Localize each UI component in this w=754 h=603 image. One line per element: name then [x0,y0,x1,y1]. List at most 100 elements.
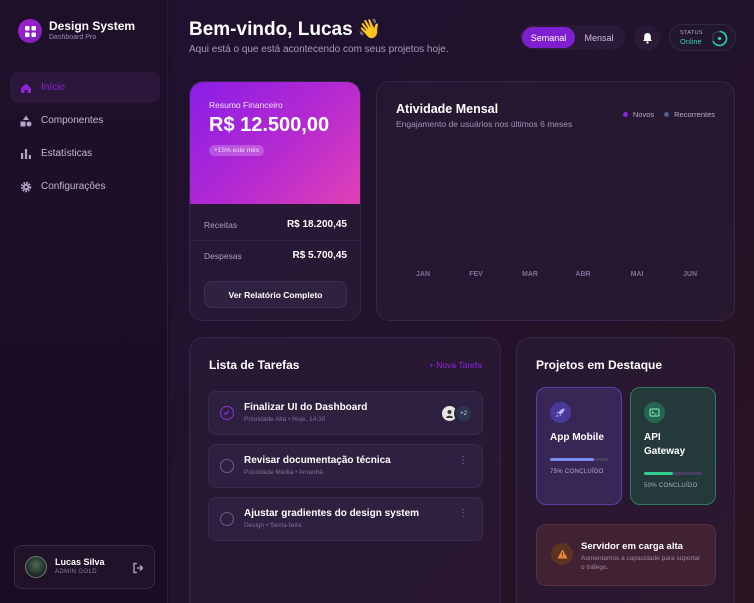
gear-icon [20,181,32,193]
project-card-app-mobile[interactable]: App Mobile 75% CONCLUÍDO [536,387,622,505]
more-options-icon[interactable]: ⋮ [458,456,468,466]
page-title: Bem-vindo, Lucas 👋 [189,19,382,40]
bar-chart-icon [20,148,32,160]
tasks-title: Lista de Tarefas [209,358,300,372]
task-title: Ajustar gradientes do design system [244,508,420,519]
task-item[interactable]: Ajustar gradientes do design system Desi… [208,497,483,541]
progress-text: 50% CONCLUÍDO [644,483,698,489]
brand[interactable]: Design System Dashboard Pro [18,19,135,43]
avatar [25,556,47,578]
bell-icon [642,33,652,44]
full-report-button[interactable]: Ver Relatório Completo [204,281,347,308]
sidebar: Design System Dashboard Pro Início Compo… [0,0,168,603]
income-row: Receitas R$ 18.200,45 [204,219,347,230]
legend-item-novos: Novos [622,110,655,119]
income-value: R$ 18.200,45 [286,219,347,230]
toggle-monthly-button[interactable]: Mensal [575,27,623,48]
rocket-icon [550,402,571,423]
progress-text: 75% CONCLUÍDO [550,469,604,475]
legend-item-recorrentes: Recorrentes [664,110,715,119]
shapes-icon [20,115,32,127]
task-assignees: +2 [440,404,473,423]
sidebar-item-componentes[interactable]: Componentes [10,105,160,136]
terminal-icon [644,402,665,423]
logout-icon[interactable] [132,561,144,574]
income-label: Receitas [204,219,238,230]
month-label: MAI [630,271,644,278]
sidebar-item-label: Configurações [41,181,106,192]
expense-label: Despesas [204,250,242,261]
task-meta: Design • Sexta-feira [244,522,302,529]
finance-card: Resumo Financeiro R$ 12.500,00 +15% este… [189,81,361,321]
month-label: ABR [575,271,591,278]
sidebar-item-label: Componentes [41,115,104,126]
brand-title: Design System [49,18,136,33]
sidebar-nav: Início Componentes Estatísticas Configur… [10,72,160,204]
status-ring-icon [711,30,728,47]
divider [190,240,360,241]
status-value: Online [680,37,702,46]
activity-subtitle: Engajamento de usuários nos últimos 6 me… [396,119,573,129]
progress-bar [550,458,608,461]
home-icon [20,82,32,94]
sidebar-item-label: Início [41,82,65,93]
task-checkbox[interactable] [220,459,234,473]
more-assignees-badge: +2 [454,404,473,423]
chart-legend: Novos Recorrentes [613,110,715,119]
sidebar-item-inicio[interactable]: Início [10,72,160,103]
progress-bar [644,472,702,475]
sidebar-item-label: Estatísticas [41,148,93,159]
task-checkbox[interactable] [220,512,234,526]
legend-label: Novos [632,110,655,119]
alert-title: Servidor em carga alta [581,541,683,552]
status-indicator: STATUS Online [669,24,736,51]
activity-card: Atividade Mensal Engajamento de usuários… [376,81,735,321]
finance-amount: R$ 12.500,00 [209,114,330,136]
notifications-button[interactable] [634,25,660,51]
user-role: ADMIN GOLD [55,569,98,575]
task-checkbox[interactable] [220,406,234,420]
finance-label: Resumo Financeiro [209,100,283,110]
task-title: Finalizar UI do Dashboard [244,402,368,413]
user-card[interactable]: Lucas Silva ADMIN GOLD [14,545,155,589]
toggle-weekly-button[interactable]: Semanal [522,27,575,48]
status-label: STATUS [680,30,703,36]
legend-dot [664,112,670,117]
server-alert[interactable]: Servidor em carga alta Aumentamos a capa… [536,524,716,586]
finance-summary: Resumo Financeiro R$ 12.500,00 +15% este… [190,82,360,204]
brand-subtitle: Dashboard Pro [49,33,97,41]
task-item[interactable]: Revisar documentação técnica Prioridade … [208,444,483,488]
task-meta: Prioridade Alta • Hoje, 14:30 [244,416,326,423]
task-item[interactable]: Finalizar UI do Dashboard Prioridade Alt… [208,391,483,435]
month-label: JUN [682,271,698,278]
sidebar-item-estatisticas[interactable]: Estatísticas [10,138,160,169]
task-title: Revisar documentação técnica [244,455,391,466]
growth-badge: +15% este mês [209,145,264,156]
period-toggle: Semanal Mensal [520,25,625,50]
expense-row: Despesas R$ 5.700,45 [204,250,347,261]
page-subtitle: Aqui está o que está acontecendo com seu… [189,44,449,55]
grid-logo-icon [18,19,42,43]
projects-title: Projetos em Destaque [536,358,663,372]
featured-projects-card: Projetos em Destaque App Mobile 75% CONC… [516,337,735,603]
project-card-api-gateway[interactable]: API Gateway 50% CONCLUÍDO [630,387,716,505]
person-icon [446,410,453,418]
task-meta: Prioridade Média • Amanhã [244,469,323,476]
sidebar-item-configuracoes[interactable]: Configurações [10,171,160,202]
progress-fill [644,472,673,475]
month-label: MAR [522,271,538,278]
alert-description: Aumentamos a capacidade para suportar o … [581,555,701,571]
legend-label: Recorrentes [674,110,715,119]
new-task-button[interactable]: + Nova Tarefa [429,360,482,370]
project-name: API Gateway [644,432,686,457]
month-axis: JAN FEV MAR ABR MAI JUN [377,271,736,281]
project-name: App Mobile [550,432,604,443]
task-list-card: Lista de Tarefas + Nova Tarefa Finalizar… [189,337,501,603]
month-label: JAN [415,271,431,278]
more-options-icon[interactable]: ⋮ [458,509,468,519]
progress-fill [550,458,594,461]
legend-dot [622,112,628,117]
warning-icon [551,543,573,565]
user-name: Lucas Silva [55,557,105,567]
month-label: FEV [469,271,483,278]
